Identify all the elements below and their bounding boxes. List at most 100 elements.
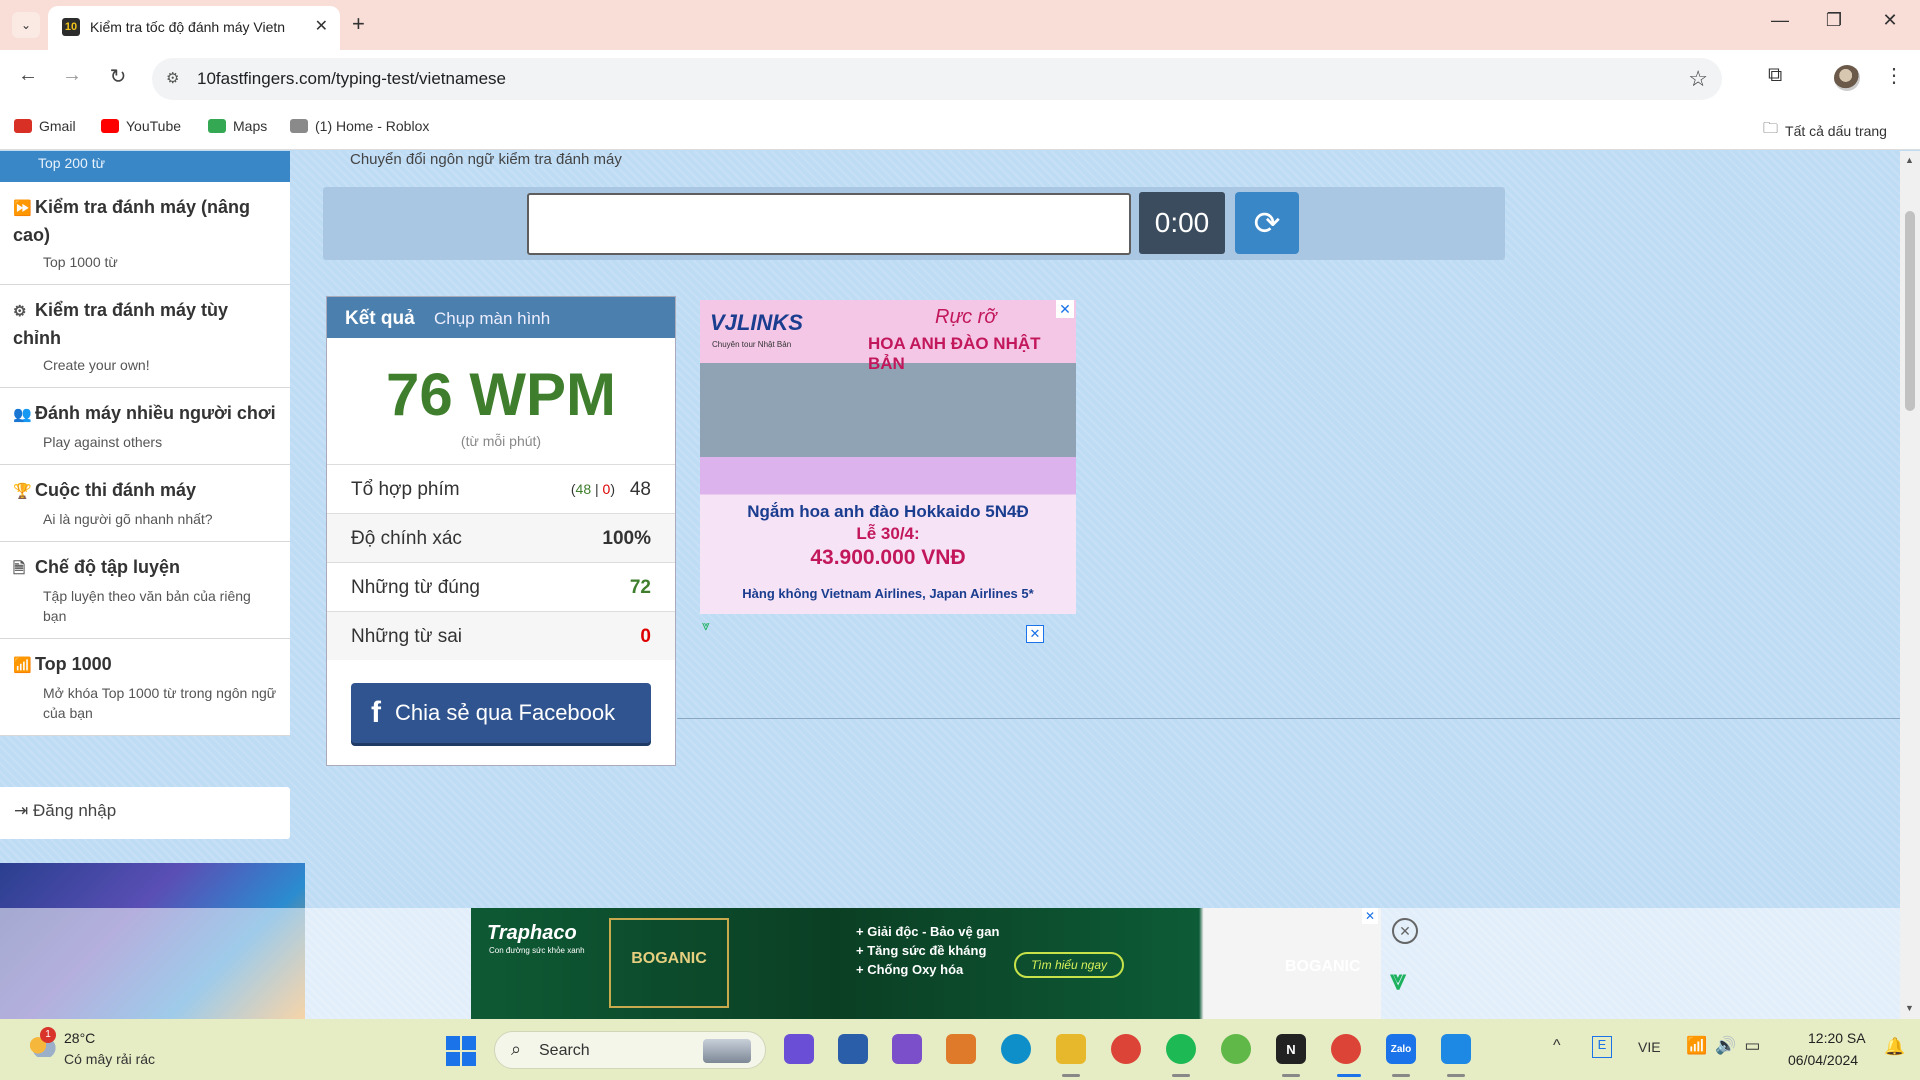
sign-in-icon: ⇥ <box>14 801 29 820</box>
ad-cta-button[interactable]: Tìm hiểu ngay <box>1014 952 1124 978</box>
sidebar-item-top1000[interactable]: 📶 Top 1000 Mở khóa Top 1000 từ trong ngôn… <box>0 639 290 736</box>
sidebar-item-top200[interactable]: Top 200 từ <box>0 151 290 182</box>
all-bookmarks-button[interactable]: 🗀 Tất cả dấu trang <box>1763 118 1887 143</box>
scroll-down-icon[interactable]: ▼ <box>1905 1003 1914 1013</box>
accuracy-row: Độ chính xác 100% <box>327 513 675 562</box>
login-button[interactable]: ⇥ Đăng nhập <box>0 787 290 839</box>
spotify-icon[interactable] <box>1166 1034 1196 1064</box>
kebab-menu-icon[interactable]: ⋮ <box>1884 63 1904 88</box>
notion-icon[interactable]: N <box>1276 1034 1306 1064</box>
minimize-button[interactable]: — <box>1765 10 1795 31</box>
address-bar[interactable]: ⚙ 10fastfingers.com/typing-test/vietname… <box>152 58 1722 100</box>
visual-studio-icon[interactable] <box>892 1034 922 1064</box>
bottom-ad-banner[interactable]: Traphaco Con đường sức khỏe xanh BOGANIC… <box>471 908 1381 1019</box>
correct-words-row: Những từ đúng 72 <box>327 562 675 611</box>
site-favicon-icon: 10 <box>62 18 80 36</box>
tab-result[interactable]: Kết quả <box>345 308 415 329</box>
users-icon: 👥 <box>13 406 32 423</box>
taskbar-search[interactable]: ⌕ Search <box>494 1031 766 1069</box>
scrollbar[interactable]: ▲ ▼ <box>1900 151 1920 1019</box>
bookmark-maps[interactable]: Maps <box>208 118 267 134</box>
app-green-icon[interactable] <box>1221 1034 1251 1064</box>
ad-logo: VJLINKS <box>710 310 803 335</box>
zalo-icon[interactable]: Zalo <box>1386 1034 1416 1064</box>
site-info-icon[interactable]: ⚙ <box>166 69 179 87</box>
chrome-active-icon[interactable] <box>1331 1034 1361 1064</box>
search-highlight-image <box>703 1039 751 1063</box>
extensions-icon[interactable]: ⧉ <box>1768 64 1782 87</box>
forward-icon[interactable]: → <box>58 64 86 87</box>
sidebar-item-advanced[interactable]: ⏩ Kiểm tra đánh máy (nâng cao) Top 1000 t… <box>0 182 290 285</box>
sidebar-item-competition[interactable]: 🏆 Cuộc thi đánh máy Ai là người gõ nhanh … <box>0 465 290 542</box>
clock-time[interactable]: 12:20 SA <box>1808 1030 1866 1046</box>
taskbar: 1 28°C Có mây rải rác ⌕ Search N Zalo ^ … <box>0 1019 1920 1080</box>
copilot-icon[interactable] <box>784 1034 814 1064</box>
chrome-icon[interactable] <box>1111 1034 1141 1064</box>
sidebar-item-custom[interactable]: ⚙ Kiểm tra đánh máy tùy chỉnh Create your… <box>0 285 290 388</box>
ime-icon[interactable]: E <box>1592 1036 1612 1058</box>
new-tab-button[interactable]: + <box>352 11 365 37</box>
profile-avatar[interactable] <box>1834 65 1860 91</box>
browser-tab[interactable]: 10 Kiểm tra tốc độ đánh máy Vietn ✕ <box>48 6 340 50</box>
signal-icon: 📶 <box>13 657 32 674</box>
ad-close-icon[interactable]: ✕ <box>1362 908 1378 924</box>
timer: 0:00 <box>1139 192 1225 254</box>
notification-bell-icon[interactable]: 🔔 <box>1884 1037 1905 1057</box>
chevron-up-icon[interactable]: ^ <box>1553 1037 1561 1055</box>
store-icon[interactable] <box>838 1034 868 1064</box>
scroll-up-icon[interactable]: ▲ <box>1905 155 1914 165</box>
scroll-thumb[interactable] <box>1905 211 1915 411</box>
tab-close-icon[interactable]: ✕ <box>315 16 328 36</box>
ad-close-icon[interactable]: ✕ <box>1026 625 1044 643</box>
sidebar-item-multiplayer[interactable]: 👥 Đánh máy nhiều người chơi Play against … <box>0 388 290 465</box>
windows-start-icon[interactable] <box>446 1036 476 1066</box>
weather-desc[interactable]: Có mây rải rác <box>64 1051 155 1067</box>
bookmark-roblox[interactable]: (1) Home - Roblox <box>290 118 429 134</box>
refresh-icon: ⟳ <box>1253 205 1281 241</box>
typing-input[interactable] <box>527 193 1131 255</box>
wpm-unit: (từ mỗi phút) <box>460 433 542 449</box>
divider <box>677 718 1900 719</box>
bookmarks-bar: Gmail YouTube Maps (1) Home - Roblox 🗀 T… <box>0 108 1920 150</box>
back-icon[interactable]: ← <box>14 64 42 87</box>
language-switch-link[interactable]: Chuyển đổi ngôn ngữ kiểm tra đánh máy <box>350 151 622 168</box>
tab-search-button[interactable]: ⌄ <box>12 12 40 38</box>
close-circle-icon[interactable]: ✕ <box>1392 918 1418 944</box>
clock-date[interactable]: 06/04/2024 <box>1788 1052 1858 1068</box>
search-icon: ⌕ <box>511 1039 522 1059</box>
tray-status-icons[interactable]: 📶🔊▭ <box>1686 1036 1768 1056</box>
product-image: BOGANIC <box>609 918 729 1008</box>
roblox-icon <box>290 119 308 133</box>
url-text[interactable]: 10fastfingers.com/typing-test/vietnamese <box>197 69 506 89</box>
sidebar-item-practice[interactable]: 🗎 Chế độ tập luyện Tập luyện theo văn bản… <box>0 542 290 639</box>
bookmark-youtube[interactable]: YouTube <box>101 118 181 134</box>
maximize-button[interactable]: ❐ <box>1819 10 1849 31</box>
close-window-button[interactable]: ✕ <box>1875 10 1905 31</box>
snip-icon[interactable] <box>946 1034 976 1064</box>
share-facebook-button[interactable]: f Chia sẻ qua Facebook <box>351 683 651 743</box>
bookmark-star-icon[interactable]: ☆ <box>1688 66 1708 92</box>
wifi-icon: 📶 <box>1686 1036 1716 1055</box>
keystrokes-row: Tổ hợp phím (48 | 0) 48 <box>327 464 675 513</box>
weather-badge: 1 <box>40 1027 56 1043</box>
reload-test-button[interactable]: ⟳ <box>1235 192 1299 254</box>
weather-temp[interactable]: 28°C <box>64 1030 95 1046</box>
reload-icon[interactable]: ↻ <box>104 64 132 89</box>
typing-bar: 0:00 ⟳ <box>323 187 1505 260</box>
file-explorer-icon[interactable] <box>1056 1034 1086 1064</box>
language-indicator[interactable]: VIE <box>1638 1039 1661 1055</box>
wrong-words-row: Những từ sai 0 <box>327 611 675 660</box>
ad-banner[interactable]: VJLINKS Chuyên tour Nhật Bản Rực rỡ HOA … <box>700 300 1076 614</box>
maps-icon <box>208 119 226 133</box>
browser-toolbar: ← → ↻ ⚙ 10fastfingers.com/typing-test/vi… <box>0 50 1920 108</box>
ad-provider-icon: ⩔ <box>1390 964 1406 995</box>
paint-icon[interactable] <box>1441 1034 1471 1064</box>
bookmark-gmail[interactable]: Gmail <box>14 118 76 134</box>
result-panel: Kết quả Chụp màn hình 76 WPM (từ mỗi phú… <box>326 296 676 766</box>
ad-provider-icon: ⩔ <box>702 617 710 633</box>
folder-icon: 🗀 <box>1763 120 1779 137</box>
result-tabs: Kết quả Chụp màn hình <box>327 297 675 338</box>
edge-icon[interactable] <box>1001 1034 1031 1064</box>
tab-screenshot[interactable]: Chụp màn hình <box>434 309 550 328</box>
ad-close-icon[interactable]: ✕ <box>1056 300 1074 318</box>
